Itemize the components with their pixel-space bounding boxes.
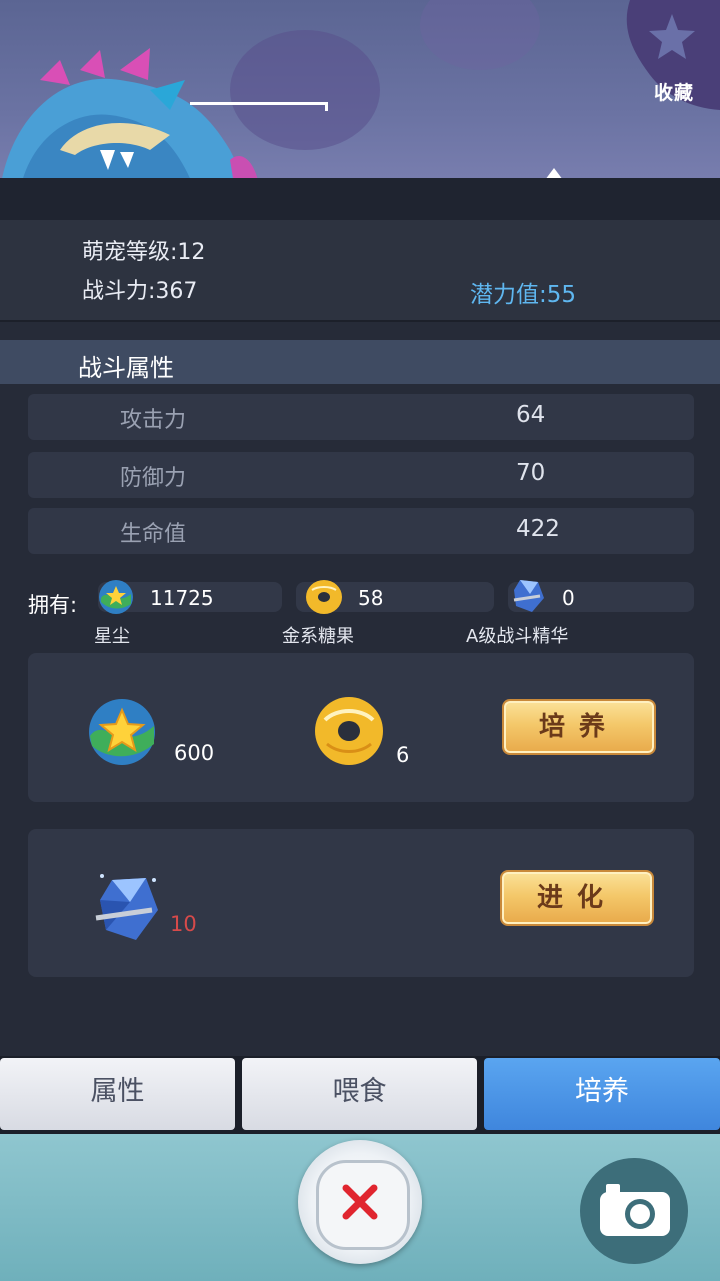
stat-value: 422 [516, 516, 560, 542]
evolve-button[interactable]: 进化 [500, 870, 654, 926]
stat-row-hp: 生命值 422 [28, 508, 694, 554]
stardust-icon [89, 699, 155, 765]
stat-value: 64 [516, 402, 546, 428]
name-underline [190, 102, 328, 105]
stat-name: 攻击力 [120, 408, 187, 433]
tab-train[interactable]: 培养 [484, 1058, 720, 1130]
potential-value: 潜力值:55 [470, 282, 577, 308]
essence-name: A级战斗精华 [466, 626, 569, 647]
favorite-label[interactable]: 收藏 [648, 78, 700, 105]
pet-dragon-image[interactable] [0, 40, 280, 190]
stardust-name: 星尘 [94, 626, 130, 647]
close-icon[interactable] [340, 1182, 380, 1222]
combat-power: 战斗力:367 [82, 279, 198, 304]
panel-header [0, 178, 720, 220]
stat-name: 防御力 [120, 466, 187, 491]
name-underline-tick [325, 102, 328, 111]
pet-level: 萌宠等级:12 [82, 240, 206, 265]
tab-attributes[interactable]: 属性 [0, 1058, 235, 1130]
owned-label: 拥有: [28, 593, 78, 617]
stat-row-attack: 攻击力 64 [28, 394, 694, 440]
train-stardust-cost: 600 [174, 741, 215, 765]
stardust-icon [99, 580, 133, 614]
stat-value: 70 [516, 460, 546, 486]
train-button[interactable]: 培养 [502, 699, 656, 755]
golden-candy-icon [306, 580, 342, 614]
train-candy-cost: 6 [396, 743, 410, 767]
stardust-count: 11725 [150, 586, 214, 610]
tab-feed[interactable]: 喂食 [242, 1058, 477, 1130]
stat-row-defense: 防御力 70 [28, 452, 694, 498]
stat-name: 生命值 [120, 522, 187, 547]
candy-count: 58 [358, 586, 384, 610]
crystal-essence-icon [513, 580, 544, 612]
evolve-crystal-cost: 10 [170, 912, 197, 936]
camera-icon[interactable] [598, 1180, 672, 1240]
candy-name: 金系糖果 [282, 626, 354, 647]
battle-attributes-title: 战斗属性 [78, 354, 174, 382]
essence-count: 0 [562, 586, 575, 610]
crystal-essence-icon [95, 874, 158, 940]
golden-candy-icon [315, 697, 383, 765]
